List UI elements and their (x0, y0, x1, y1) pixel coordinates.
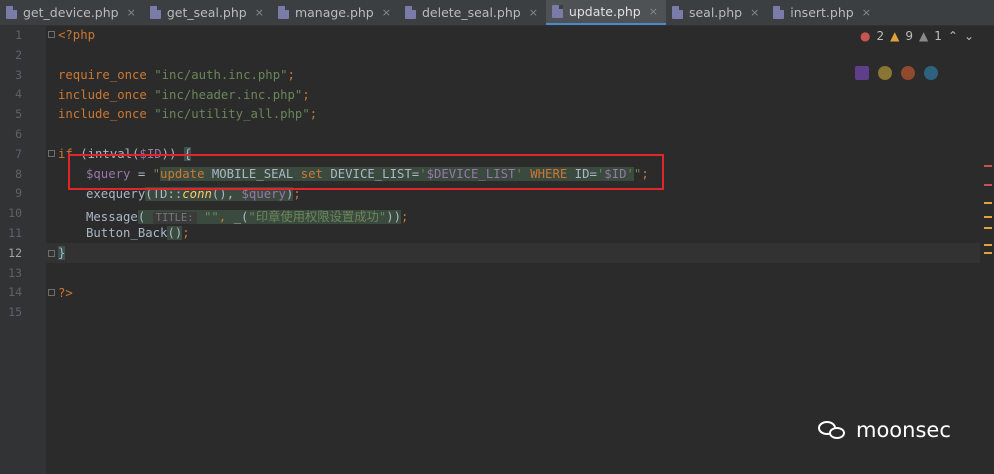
php-file-icon (404, 6, 416, 19)
line-number: 10 (8, 206, 22, 221)
tab-label: manage.php (294, 5, 374, 20)
code-line-3[interactable]: require_once "inc/auth.inc.php"; (58, 68, 295, 82)
close-icon[interactable]: × (255, 6, 264, 19)
error-stripe[interactable] (984, 184, 992, 186)
tab-label: get_device.php (23, 5, 119, 20)
warning-stripe[interactable] (984, 244, 992, 246)
close-icon[interactable]: × (382, 6, 391, 19)
error-icon: ● (860, 29, 871, 43)
highlight-annotation-box (68, 154, 664, 190)
line-number: 6 (15, 127, 22, 141)
line-number: 3 (15, 67, 22, 82)
line-number: 1 (15, 28, 22, 42)
tab-seal-php[interactable]: seal.php × (666, 0, 767, 25)
tab-manage-php[interactable]: manage.php × (272, 0, 399, 25)
weak-warning-icon: ▲ (919, 29, 929, 43)
edge-icon[interactable] (924, 66, 938, 80)
code-line-5[interactable]: include_once "inc/utility_all.php"; (58, 107, 317, 121)
code-line-4[interactable]: include_once "inc/header.inc.php"; (58, 88, 310, 102)
keyword: include_once (58, 107, 147, 121)
chevron-down-icon[interactable]: ⌄ (964, 29, 974, 43)
string-literal: "inc/header.inc.php" (154, 88, 303, 102)
line-number: 15 (8, 305, 22, 320)
tab-label: insert.php (790, 5, 854, 20)
php-file-icon (149, 6, 161, 19)
line-number: 14 (8, 285, 22, 300)
line-number: 9 (15, 186, 22, 201)
php-file-icon (551, 5, 563, 18)
string-literal: "inc/auth.inc.php" (154, 68, 288, 82)
code-line-12[interactable]: } (58, 246, 66, 260)
chrome-icon[interactable] (878, 66, 892, 80)
line-number: 4 (15, 87, 22, 102)
inspection-widget[interactable]: ● 2 ▲ 9 ▲ 1 ⌃ ⌄ (860, 29, 980, 43)
current-line-highlight (46, 243, 981, 263)
browser-preview-bar (855, 66, 947, 80)
weak-warning-count: 1 (934, 29, 942, 43)
line-number: 11 (8, 226, 22, 240)
line-number: 2 (15, 47, 22, 62)
error-count: 2 (876, 29, 885, 43)
warning-stripe[interactable] (984, 202, 992, 204)
warning-stripe[interactable] (984, 252, 992, 254)
string-literal: "inc/utility_all.php" (154, 107, 310, 121)
warning-stripe[interactable] (984, 227, 992, 229)
watermark-text: moonsec (856, 418, 951, 442)
code-line-14[interactable]: ?> (58, 286, 73, 300)
php-file-icon (773, 6, 785, 19)
fold-marker[interactable] (48, 289, 55, 296)
code-line-1[interactable]: <?php (58, 28, 95, 42)
keyword: include_once (58, 88, 147, 102)
tab-get_device-php[interactable]: get_device.php × (0, 0, 144, 25)
line-number: 7 (15, 146, 22, 161)
error-stripe[interactable] (984, 165, 992, 167)
string-literal: "印章使用权限设置成功" (248, 210, 387, 224)
close-icon[interactable]: × (127, 6, 136, 19)
fold-marker[interactable] (48, 250, 55, 257)
line-number: 5 (15, 107, 22, 122)
close-icon[interactable]: × (862, 6, 871, 19)
parameter-hint: TITLE: (152, 212, 197, 224)
editor-tab-bar: get_device.php × get_seal.php × manage.php × d… (0, 0, 994, 26)
tab-update-php[interactable]: update.php × (545, 0, 666, 25)
code-line-10[interactable]: Message( TITLE: "", _("印章使用权限设置成功")); (86, 207, 408, 225)
close-icon[interactable]: × (649, 5, 658, 18)
php-file-icon (671, 6, 683, 19)
phpstorm-icon[interactable] (855, 66, 869, 80)
php-file-icon (6, 6, 17, 19)
line-number: 12 (8, 245, 22, 260)
warning-icon: ▲ (890, 29, 900, 43)
keyword: require_once (58, 68, 147, 82)
function-call: Button_Back (86, 226, 168, 240)
watermark: moonsec (818, 418, 951, 442)
line-number: 8 (15, 166, 22, 181)
close-icon[interactable]: × (529, 6, 538, 19)
editor-scrollbar[interactable] (980, 26, 994, 474)
warning-stripe[interactable] (984, 216, 992, 218)
tab-delete_seal-php[interactable]: delete_seal.php × (399, 0, 546, 25)
function-call: Message (86, 210, 138, 224)
fold-marker[interactable] (48, 31, 55, 38)
tab-get_seal-php[interactable]: get_seal.php × (144, 0, 272, 25)
tab-label: update.php (568, 4, 641, 19)
tab-insert-php[interactable]: insert.php × (767, 0, 879, 25)
fold-marker[interactable] (48, 150, 55, 157)
php-open-tag: <?php (58, 28, 96, 42)
close-icon[interactable]: × (750, 6, 759, 19)
code-line-11[interactable]: Button_Back(); (86, 226, 190, 240)
tab-label: get_seal.php (166, 5, 247, 20)
warning-count: 9 (905, 29, 913, 43)
line-number: 13 (8, 265, 22, 280)
php-file-icon (277, 6, 289, 19)
firefox-icon[interactable] (901, 66, 915, 80)
chevron-up-icon[interactable]: ⌃ (948, 29, 958, 43)
tab-label: seal.php (688, 5, 743, 20)
wechat-icon (818, 419, 846, 441)
php-close-tag: ?> (58, 286, 73, 300)
tab-label: delete_seal.php (421, 5, 521, 20)
